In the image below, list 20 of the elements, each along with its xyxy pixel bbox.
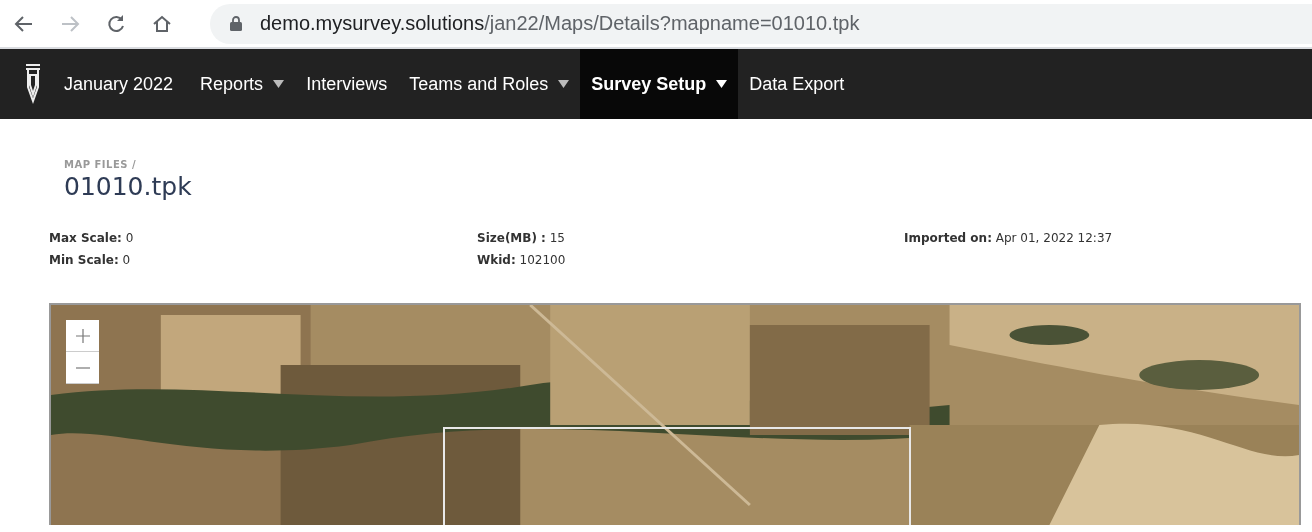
plus-icon [75, 328, 90, 343]
caret-icon [273, 80, 285, 88]
lock-icon [230, 16, 242, 31]
pen-logo-icon [24, 63, 42, 105]
page-title: 01010.tpk [64, 172, 193, 201]
brand-link[interactable]: January 2022 [64, 49, 174, 119]
address-field[interactable]: demo.mysurvey.solutions/jan22/Maps/Details?mapname=01010.tpk [210, 3, 1312, 44]
caret-icon [558, 80, 570, 88]
nav-menu-item[interactable]: Reports [189, 49, 296, 119]
caret-icon [716, 80, 728, 88]
nav-menu-item[interactable]: Teams and Roles [398, 49, 581, 119]
nav-menu-item[interactable]: Data Export [738, 49, 856, 119]
detail-text: Wkid: 102100 [477, 252, 567, 269]
minus-icon [75, 366, 90, 369]
detail-text: Size(MB) : 15 [477, 230, 566, 247]
nav-menu-item[interactable]: Interviews [295, 49, 399, 119]
detail-text: Max Scale: 0 [49, 230, 135, 247]
detail-text: Min Scale: 0 [49, 252, 132, 269]
detail-text: Imported on: Apr 01, 2022 12:37 [904, 230, 1114, 247]
nav-menu-item[interactable]: Survey Setup [580, 49, 739, 119]
